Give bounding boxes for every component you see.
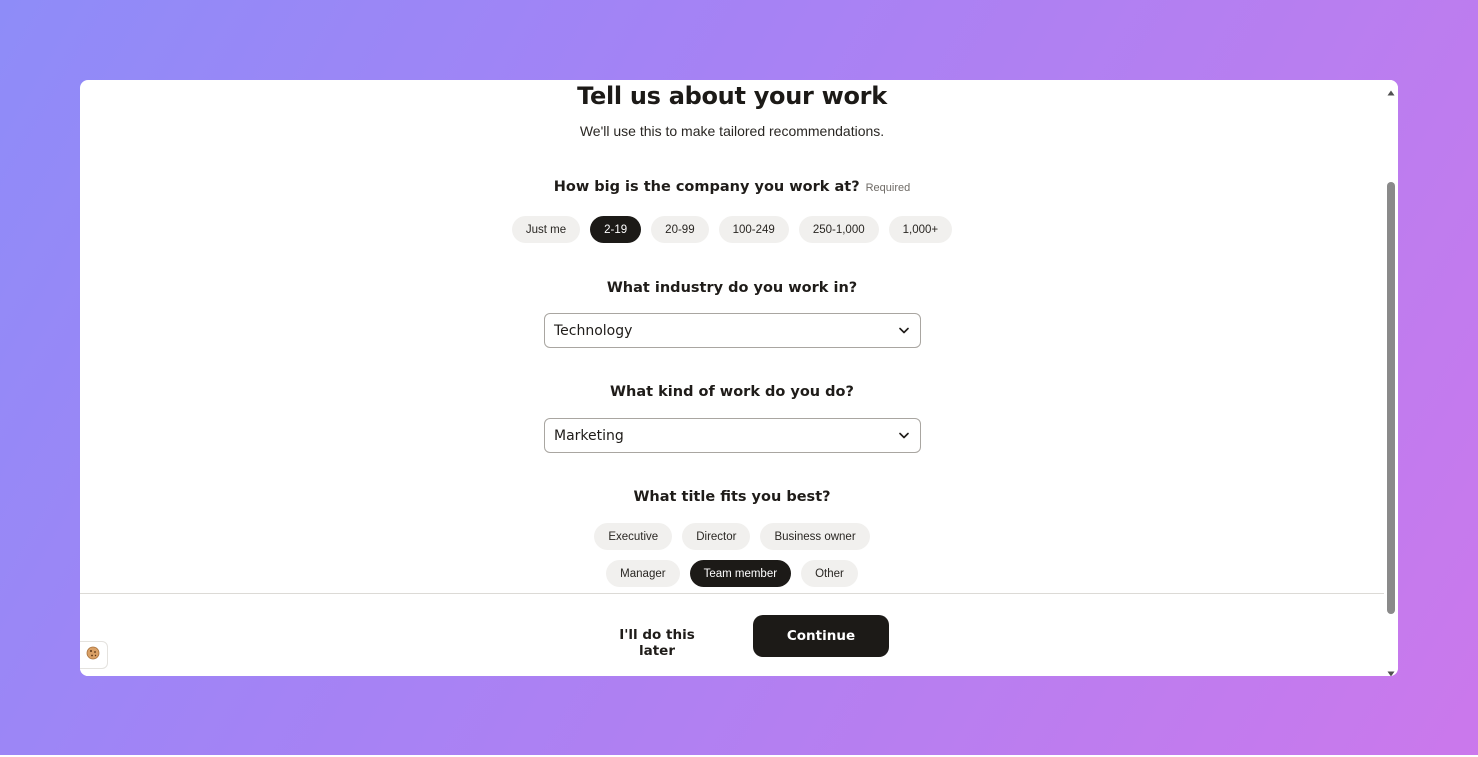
title-option-executive[interactable]: Executive: [594, 523, 673, 550]
company-size-option-100-249[interactable]: 100-249: [718, 216, 789, 243]
industry-select-value: Technology: [554, 322, 633, 339]
modal-footer: I'll do this later Continue: [80, 593, 1384, 676]
company-size-question-text: How big is the company you work at?: [553, 179, 860, 195]
title-option-director[interactable]: Director: [682, 523, 751, 550]
cookie-icon: [86, 646, 100, 665]
modal-content: Tell us about your work We'll use this t…: [80, 80, 1384, 593]
cookie-settings-button[interactable]: [80, 641, 108, 669]
required-label: Required: [865, 182, 911, 194]
do-this-later-link[interactable]: I'll do this later: [600, 627, 714, 659]
company-size-option-just-me[interactable]: Just me: [511, 216, 581, 243]
company-size-option-250-1000[interactable]: 250-1,000: [798, 216, 879, 243]
continue-button[interactable]: Continue: [753, 615, 889, 657]
company-size-option-1000-plus[interactable]: 1,000+: [888, 216, 953, 243]
scrollbar-thumb[interactable]: [1387, 182, 1395, 614]
title-options-row-1: Executive Director Business owner: [80, 523, 1384, 550]
chevron-down-icon: [898, 325, 910, 337]
title-option-other[interactable]: Other: [801, 560, 858, 587]
work-kind-select-value: Marketing: [554, 427, 624, 444]
scroll-down-arrow-icon[interactable]: [1387, 665, 1395, 676]
modal-title: Tell us about your work: [577, 82, 887, 110]
chevron-down-icon: [898, 430, 910, 442]
onboarding-modal: Tell us about your work We'll use this t…: [80, 80, 1398, 676]
company-size-question: How big is the company you work at? Requi…: [80, 179, 1384, 195]
title-option-team-member[interactable]: Team member: [689, 560, 792, 587]
company-size-options: Just me 2-19 20-99 100-249 250-1,000 1,0…: [80, 216, 1384, 243]
title-question: What title fits you best?: [633, 489, 831, 505]
title-option-manager[interactable]: Manager: [606, 560, 680, 587]
work-kind-question: What kind of work do you do?: [610, 384, 854, 400]
modal-subtitle: We'll use this to make tailored recommen…: [579, 123, 885, 139]
company-size-option-20-99[interactable]: 20-99: [651, 216, 709, 243]
title-option-business-owner[interactable]: Business owner: [760, 523, 870, 550]
modal-scrollbar[interactable]: [1384, 80, 1398, 676]
industry-select[interactable]: Technology: [544, 313, 921, 348]
work-kind-select[interactable]: Marketing: [544, 418, 921, 453]
title-options-row-2: Manager Team member Other: [80, 560, 1384, 587]
company-size-option-2-19[interactable]: 2-19: [590, 216, 642, 243]
industry-question: What industry do you work in?: [606, 280, 858, 296]
scroll-up-arrow-icon[interactable]: [1387, 84, 1395, 96]
